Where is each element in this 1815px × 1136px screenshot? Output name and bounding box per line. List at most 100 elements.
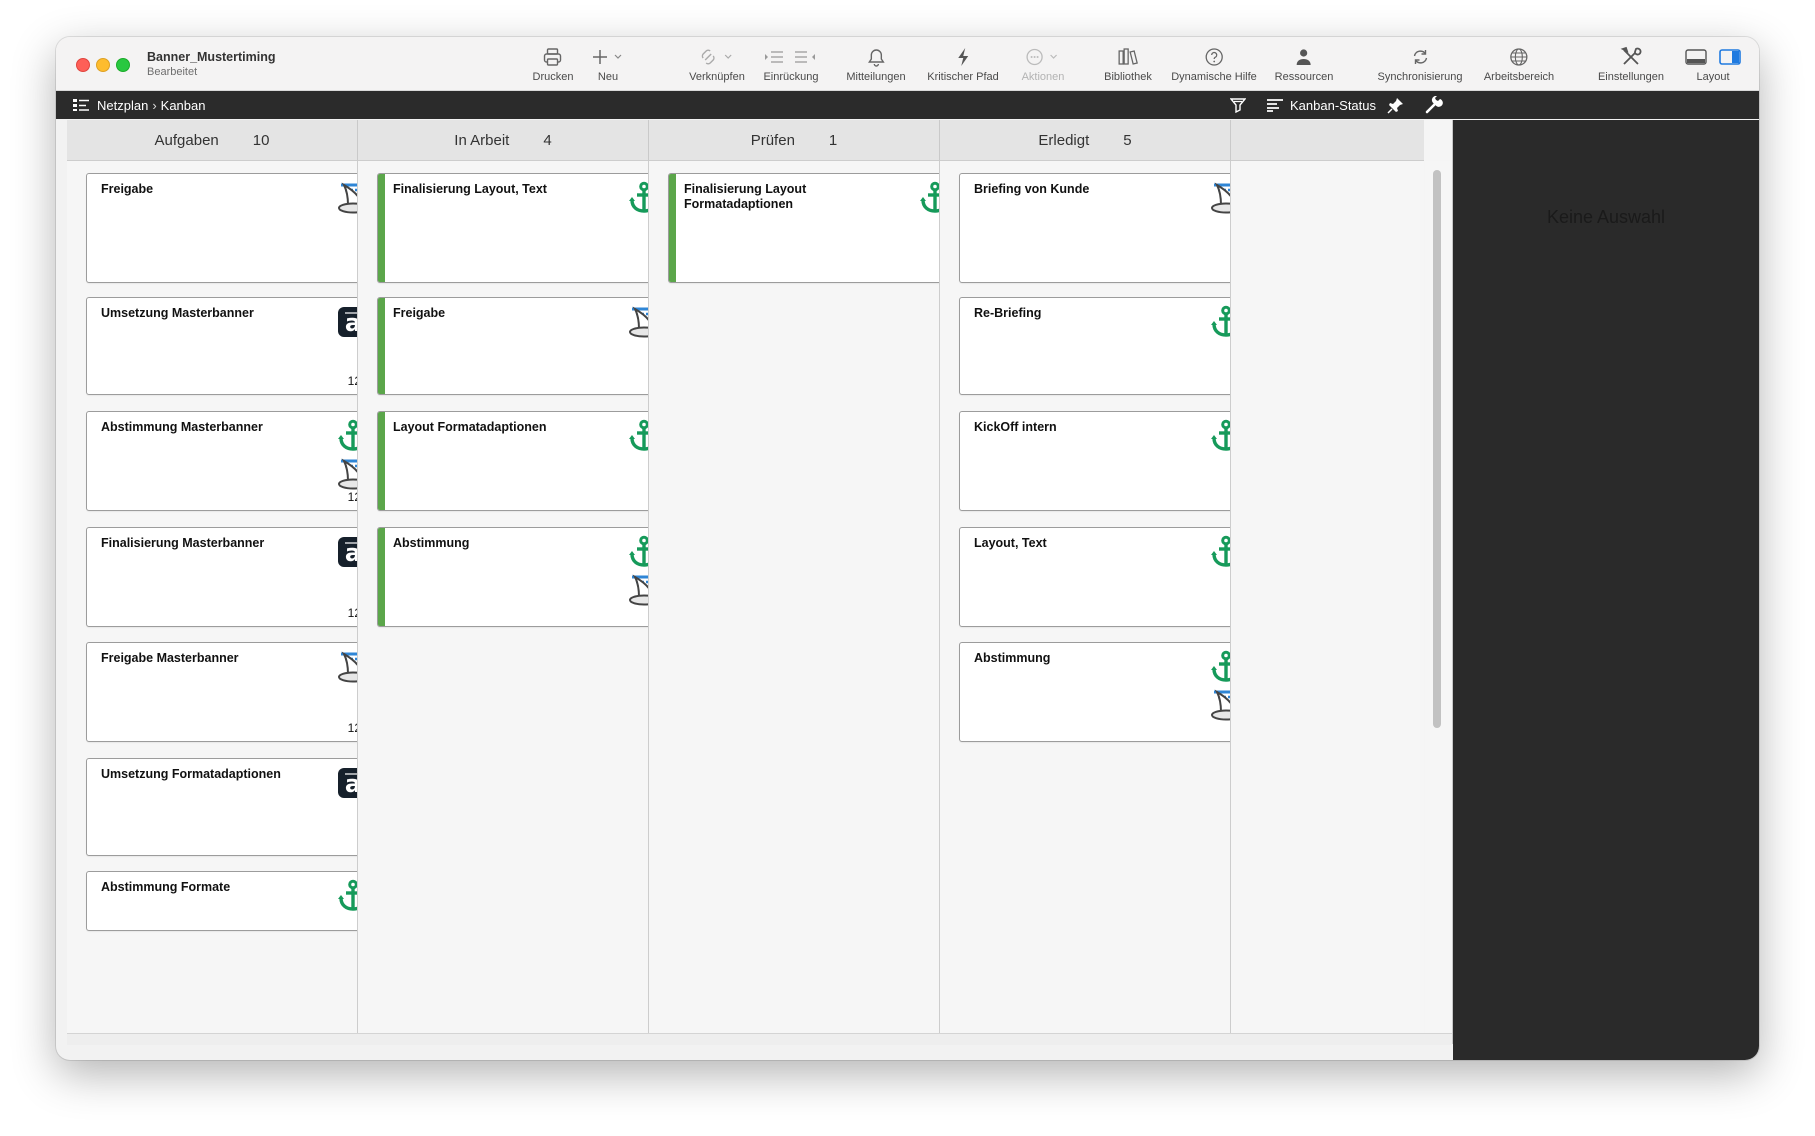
card-title: Layout, Text [974, 536, 1047, 550]
column-header-1: In Arbeit 4 [358, 120, 649, 161]
group-by-menu[interactable]: Kanban-Status [1266, 91, 1376, 119]
card-resource-icons: a [336, 535, 357, 569]
kanban-card[interactable]: Freigabe11 [86, 173, 357, 283]
card-resource-icons [336, 650, 357, 684]
breadcrumb-kanban[interactable]: Kanban [161, 98, 206, 113]
card-resource-icons [627, 419, 648, 453]
card-title: Abstimmung [974, 651, 1051, 665]
plus-icon [593, 50, 622, 64]
card-resource-icons [627, 181, 648, 215]
close-window-button[interactable] [76, 58, 90, 72]
actions-button[interactable]: Aktionen [1022, 45, 1064, 87]
kanban-card[interactable]: Abstimmung Formate [86, 871, 357, 931]
indent-icon [765, 51, 815, 63]
bell-icon [867, 49, 885, 67]
document-title: Banner_Mustertiming [147, 50, 276, 64]
wrench-button[interactable] [1425, 91, 1443, 119]
chevron-right-icon: › [152, 97, 157, 113]
wizard-hat-icon [338, 651, 357, 683]
column-title: Erledigt [1038, 131, 1090, 149]
anchor-icon [1211, 419, 1230, 451]
pin-button[interactable] [1387, 91, 1405, 119]
column-title: Aufgaben [154, 131, 219, 149]
group-by-label: Kanban-Status [1290, 97, 1377, 113]
card-resource-icons: a [336, 766, 357, 800]
sync-icon [1413, 50, 1427, 64]
globe-icon [1510, 48, 1528, 66]
card-title: Finalisierung Masterbanner [101, 536, 265, 550]
column-count: 1 [828, 131, 838, 149]
kanban-card[interactable]: Layout, Text4 [959, 527, 1230, 627]
wizard-hat-icon [1211, 182, 1230, 214]
card-number: 12.4 [347, 721, 357, 735]
card-resource-icons: a [336, 305, 357, 339]
breadcrumb-netzplan[interactable]: Netzplan [97, 98, 148, 113]
anchor-icon [338, 419, 357, 451]
kanban-card[interactable]: Umsetzung Formatadaptionena13 [86, 758, 357, 856]
card-resource-icons [1209, 535, 1230, 569]
kanban-card[interactable]: Finalisierung Masterbanner a 12.3 [86, 527, 357, 627]
wrench-icon [1425, 96, 1443, 114]
print-button[interactable]: Drucken [533, 45, 573, 87]
kanban-column-1: Finalisierung Layout, Text6 Freigabe7 Layo… [358, 161, 649, 1033]
notifications-button[interactable]: Mitteilungen [846, 45, 906, 87]
pin-icon [1387, 98, 1403, 114]
card-title: KickOff intern [974, 420, 1057, 434]
kanban-card[interactable]: Freigabe Masterbanner 12.4 [86, 642, 357, 742]
sync-button[interactable]: Synchronisierung [1378, 45, 1463, 87]
card-title: Layout Formatadaptionen [393, 420, 547, 434]
card-resource-icons [1209, 650, 1230, 722]
new-button[interactable]: Neu [591, 45, 625, 87]
card-number: 12.3 [347, 606, 357, 620]
link-button[interactable]: Verknüpfen [689, 45, 745, 87]
inspector-panel: Keine Auswahl [1453, 120, 1759, 1060]
breadcrumb: Netzplan › Kanban [72, 91, 205, 119]
critical-path-button[interactable]: Kritischer Pfad [927, 45, 999, 87]
kanban-card[interactable]: Abstimmung5 [959, 642, 1230, 742]
kanban-card[interactable]: KickOff intern3 [959, 411, 1230, 511]
column-count: 4 [543, 131, 552, 149]
card-resource-icons [918, 181, 939, 215]
card-title: Finalisierung Layout Formatadaptionen [684, 182, 807, 211]
card-title: Abstimmung [393, 536, 470, 550]
column-header-filler [1231, 120, 1424, 161]
person-icon [1296, 49, 1311, 65]
workspace-button[interactable]: Arbeitsbereich [1484, 45, 1554, 87]
minimize-window-button[interactable] [96, 58, 110, 72]
settings-button[interactable]: Einstellungen [1598, 45, 1664, 87]
kanban-column-3: Briefing von Kunde1 Re-Briefing2 KickOff i… [940, 161, 1231, 1033]
vertical-scrollbar-thumb[interactable] [1433, 170, 1441, 728]
dynamic-help-button[interactable]: Dynamische Hilfe [1171, 45, 1257, 87]
kanban-card[interactable]: Abstimmung Masterbanner 12.2 [86, 411, 357, 511]
kanban-card[interactable]: Umsetzung Masterbanner a 12.1 [86, 297, 357, 395]
filter-button[interactable] [1230, 91, 1246, 119]
layout-button[interactable]: Layout [1684, 45, 1742, 87]
toolbar: Banner_Mustertiming Bearbeitet Drucken N… [56, 37, 1759, 91]
library-button[interactable]: Bibliothek [1104, 45, 1152, 87]
card-title: Briefing von Kunde [974, 182, 1090, 196]
wizard-hat-icon [338, 458, 357, 490]
card-resource-icons [627, 305, 648, 339]
card-title: Freigabe [101, 182, 154, 196]
anchor-icon [1211, 650, 1230, 682]
card-title: Finalisierung Layout, Text [393, 182, 547, 196]
lightning-icon [958, 48, 968, 66]
kanban-card[interactable]: Re-Briefing2 [959, 297, 1230, 395]
kanban-card[interactable]: Abstimmung9 [377, 527, 648, 627]
kanban-card[interactable]: Briefing von Kunde1 [959, 173, 1230, 283]
zoom-window-button[interactable] [116, 58, 130, 72]
horizontal-scrollbar[interactable] [67, 1033, 1452, 1045]
kanban-card[interactable]: Finalisierung Layout Formatadaptionen10 [668, 173, 939, 283]
anchor-icon [629, 419, 648, 451]
card-resource-icons [1209, 305, 1230, 339]
no-selection-text: Keine Auswahl [1546, 207, 1666, 227]
indent-button[interactable]: Einrückung [763, 45, 819, 87]
card-title: Re-Briefing [974, 306, 1042, 320]
column-count: 10 [252, 131, 270, 149]
card-number: 12.2 [347, 490, 357, 504]
kanban-card[interactable]: Finalisierung Layout, Text6 [377, 173, 648, 283]
kanban-card[interactable]: Freigabe7 [377, 297, 648, 395]
resources-button[interactable]: Ressourcen [1275, 45, 1333, 87]
kanban-card[interactable]: Layout Formatadaptionen8 [377, 411, 648, 511]
card-title: Umsetzung Masterbanner [101, 306, 254, 320]
